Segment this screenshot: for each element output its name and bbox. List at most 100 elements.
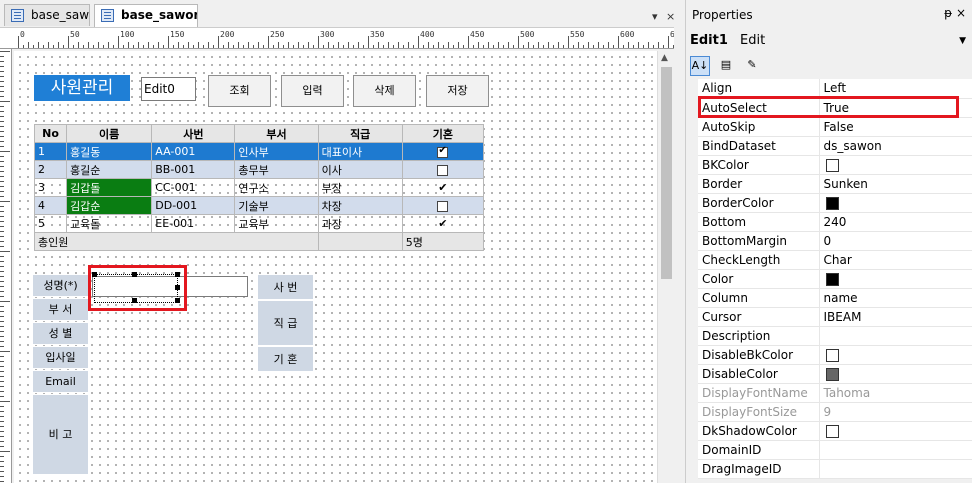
- property-value[interactable]: [819, 269, 972, 289]
- property-value[interactable]: [819, 364, 972, 384]
- grid-cell-id[interactable]: BB-001: [151, 160, 236, 179]
- grid-cell-name[interactable]: 김갑순: [66, 196, 153, 215]
- property-value[interactable]: Char: [819, 250, 972, 270]
- property-value[interactable]: False: [819, 117, 972, 137]
- property-value[interactable]: Tahoma: [819, 383, 972, 403]
- grid-header-dept[interactable]: 부서: [234, 124, 319, 143]
- property-row[interactable]: Cursor IBEAM: [698, 307, 972, 327]
- property-row[interactable]: Color: [698, 269, 972, 289]
- grid-cell-married[interactable]: [401, 196, 485, 215]
- grid-cell-rank[interactable]: 이사: [317, 160, 403, 179]
- grid-cell-rank[interactable]: 차장: [317, 196, 403, 215]
- grid-cell-rank[interactable]: 과장: [317, 214, 403, 233]
- table-row[interactable]: 1 홍길동 AA-001 인사부 대표이사: [33, 142, 485, 161]
- property-grid[interactable]: Align Left AutoSelect True AutoSkip False Bind…: [698, 79, 972, 479]
- property-row[interactable]: DomainID: [698, 440, 972, 460]
- color-swatch-icon[interactable]: [825, 367, 839, 381]
- grid-cell-no[interactable]: 2: [33, 160, 68, 179]
- table-row[interactable]: 3 김갑돌 CC-001 연구소 부장 ✔: [33, 178, 485, 197]
- color-swatch-icon[interactable]: [825, 158, 839, 172]
- property-value[interactable]: [819, 155, 972, 175]
- property-value[interactable]: [819, 193, 972, 213]
- property-row[interactable]: Column name: [698, 288, 972, 308]
- grid-cell-id[interactable]: AA-001: [151, 142, 236, 161]
- grid-cell-name[interactable]: 교육돌: [66, 214, 153, 233]
- tab-base-sawon[interactable]: base_sawon: [4, 4, 90, 26]
- search-button[interactable]: 조회: [208, 75, 271, 107]
- property-row[interactable]: CheckLength Char: [698, 250, 972, 270]
- grid-cell-no[interactable]: 1: [33, 142, 68, 161]
- grid-cell-no[interactable]: 4: [33, 196, 68, 215]
- designer-scrollbar[interactable]: ▲: [657, 51, 674, 483]
- property-row[interactable]: DragImageID: [698, 459, 972, 479]
- grid-header-rank[interactable]: 직급: [317, 124, 403, 143]
- property-value[interactable]: 9: [819, 402, 972, 422]
- grid-cell-married[interactable]: [401, 160, 485, 179]
- property-row[interactable]: DisplayFontSize 9: [698, 402, 972, 422]
- grid-header-no[interactable]: No: [33, 124, 68, 143]
- property-value[interactable]: [819, 421, 972, 441]
- property-value[interactable]: IBEAM: [819, 307, 972, 327]
- table-row[interactable]: 5 교육돌 EE-001 교육부 과장 ✔: [33, 214, 485, 233]
- chevron-down-icon[interactable]: ▼: [959, 36, 966, 46]
- grid-cell-dept[interactable]: 교육부: [234, 214, 319, 233]
- property-row[interactable]: BKColor: [698, 155, 972, 175]
- form-title-label[interactable]: 사원관리: [34, 75, 130, 101]
- grid-cell-rank[interactable]: 대표이사: [317, 142, 403, 161]
- property-row[interactable]: BindDataset ds_sawon: [698, 136, 972, 156]
- grid-cell-no[interactable]: 3: [33, 178, 68, 197]
- tab-dropdown-icon[interactable]: ▾: [652, 10, 658, 23]
- property-value[interactable]: 240: [819, 212, 972, 232]
- form-canvas[interactable]: 사원관리 Edit0 조회 입력 삭제 저장 No 이름 사번 부서 직급 기혼…: [14, 51, 657, 483]
- property-row[interactable]: DkShadowColor: [698, 421, 972, 441]
- categorized-icon[interactable]: ▤: [716, 56, 736, 76]
- edit0-field[interactable]: Edit0: [141, 77, 196, 101]
- grid-cell-married[interactable]: [401, 142, 485, 161]
- grid-header-married[interactable]: 기혼: [401, 124, 485, 143]
- pin-close-icons[interactable]: ᵽ ×: [944, 6, 966, 20]
- grid-cell-no[interactable]: 5: [33, 214, 68, 233]
- grid-cell-id[interactable]: EE-001: [151, 214, 236, 233]
- grid-cell-married[interactable]: ✔: [401, 178, 485, 197]
- property-row[interactable]: DisableColor: [698, 364, 972, 384]
- property-row[interactable]: DisableBkColor: [698, 345, 972, 365]
- color-swatch-icon[interactable]: [825, 424, 839, 438]
- property-value[interactable]: [819, 459, 972, 479]
- table-row[interactable]: 4 김갑순 DD-001 기술부 차장: [33, 196, 485, 215]
- grid-cell-rank[interactable]: 부장: [317, 178, 403, 197]
- checkbox-checked-icon[interactable]: ✔: [438, 217, 447, 230]
- property-row[interactable]: BottomMargin 0: [698, 231, 972, 251]
- grid-cell-name[interactable]: 김갑돌: [66, 178, 153, 197]
- color-swatch-icon[interactable]: [825, 196, 839, 210]
- delete-button[interactable]: 삭제: [353, 75, 416, 107]
- property-value[interactable]: ds_sawon: [819, 136, 972, 156]
- grid-cell-married[interactable]: ✔: [401, 214, 485, 233]
- grid-header-id[interactable]: 사번: [151, 124, 236, 143]
- insert-button[interactable]: 입력: [281, 75, 344, 107]
- property-value[interactable]: [819, 326, 972, 346]
- close-icon[interactable]: ×: [666, 10, 675, 23]
- save-button[interactable]: 저장: [426, 75, 489, 107]
- grid-cell-name[interactable]: 홍길동: [66, 142, 153, 161]
- events-icon[interactable]: ✎: [742, 56, 762, 76]
- employee-grid[interactable]: No 이름 사번 부서 직급 기혼 1홍길동AA-001인사부대표이사2홍길순B…: [33, 124, 485, 251]
- property-value[interactable]: [819, 345, 972, 365]
- grid-cell-name[interactable]: 홍길순: [66, 160, 153, 179]
- property-value[interactable]: 0: [819, 231, 972, 251]
- grid-cell-id[interactable]: CC-001: [151, 178, 236, 197]
- property-value[interactable]: name: [819, 288, 972, 308]
- property-row[interactable]: DisplayFontName Tahoma: [698, 383, 972, 403]
- property-row[interactable]: Bottom 240: [698, 212, 972, 232]
- checkbox-icon[interactable]: [437, 164, 449, 176]
- checkbox-icon[interactable]: [437, 200, 449, 212]
- grid-cell-dept[interactable]: 연구소: [234, 178, 319, 197]
- grid-cell-id[interactable]: DD-001: [151, 196, 236, 215]
- table-row[interactable]: 2 홍길순 BB-001 총무부 이사: [33, 160, 485, 179]
- scroll-up-icon[interactable]: ▲: [661, 53, 668, 63]
- checkbox-checked-icon[interactable]: ✔: [438, 181, 447, 194]
- grid-cell-dept[interactable]: 기술부: [234, 196, 319, 215]
- scrollbar-thumb[interactable]: [661, 67, 672, 279]
- property-row[interactable]: AutoSkip False: [698, 117, 972, 137]
- component-selector[interactable]: Edit1 Edit: [690, 33, 765, 48]
- grid-cell-dept[interactable]: 총무부: [234, 160, 319, 179]
